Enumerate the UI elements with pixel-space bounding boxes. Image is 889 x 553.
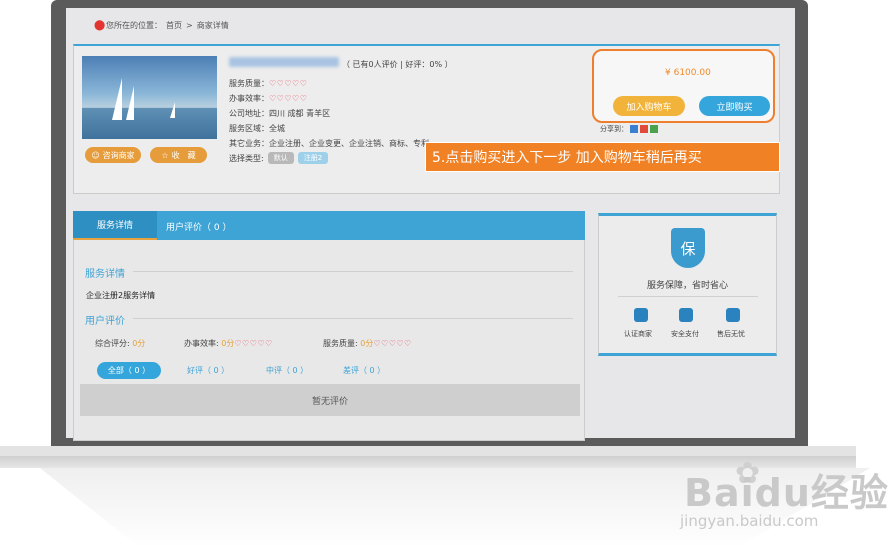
share-label: 分享到： (600, 125, 628, 133)
share-wechat-icon[interactable] (650, 125, 658, 133)
breadcrumb-sep: > (186, 21, 193, 30)
laptop-base-top (0, 446, 856, 456)
shield-icon: 保 (671, 228, 705, 268)
favorite-button[interactable]: ☆ 收 藏 (150, 147, 207, 163)
section-service-title: 服务详情 (85, 269, 125, 280)
instruction-callout: 5.点击购买进入下一步 加入购物车稍后再买 (425, 142, 780, 172)
quality-label: 服务质量: (323, 339, 358, 348)
service-quality-hearts: ♡♡♡♡♡ (269, 79, 308, 88)
sailboat-shape (112, 78, 122, 120)
consult-merchant-button[interactable]: ☺ 咨询商家 (85, 147, 141, 163)
divider (133, 271, 573, 272)
price: ¥ 6100.00 (665, 68, 711, 78)
no-reviews-message: 暂无评价 (80, 384, 580, 416)
filter-all[interactable]: 全部（ 0 ） (97, 362, 161, 379)
choose-type-label: 选择类型: (229, 153, 264, 163)
sailboat-shape (170, 102, 175, 118)
guarantee-item: 售后无忧 (717, 330, 745, 338)
breadcrumb-current: 商家详情 (196, 21, 229, 30)
guarantee-title: 服务保障，省时省心 (646, 281, 728, 291)
service-area: 服务区域：全城 (229, 124, 285, 133)
eff-label: 办事效率: (184, 339, 219, 348)
eff-value: 0分 (221, 339, 235, 348)
type-selector: 选择类型: 默认 注册2 (229, 152, 329, 164)
share-row: 分享到： (600, 124, 658, 134)
other-business: 其它业务：企业注册、企业变更、企业注销、商标、专利 (229, 139, 429, 148)
user-icon: ☺ (91, 150, 100, 160)
support-agent-icon (726, 308, 740, 322)
overall-value: 0分 (132, 339, 146, 348)
divider (133, 318, 573, 319)
quality-score: 服务质量: 0分♡♡♡♡♡ (323, 338, 412, 349)
guarantee-item: 认证商家 (624, 330, 652, 338)
quality-value: 0分 (360, 339, 374, 348)
efficiency-label: 办事效率： (229, 94, 269, 103)
favorite-label: 收 藏 (171, 150, 196, 160)
consult-label: 咨询商家 (102, 150, 135, 160)
efficiency-row: 办事效率：♡♡♡♡♡ (229, 93, 307, 104)
baidu-watermark-url: jingyan.baidu.com (680, 512, 819, 530)
guarantee-item: 安全支付 (671, 330, 699, 338)
baidu-watermark: Baidu经验 (684, 471, 889, 515)
filter-bad[interactable]: 差评（ 0 ） (343, 365, 385, 376)
merchant-image (82, 56, 217, 139)
location-pin-icon: ⬤ (94, 19, 106, 31)
eff-hearts: ♡♡♡♡♡ (234, 339, 273, 348)
breadcrumb: ⬤ 您所在的位置： 首页 > 商家详情 (94, 20, 229, 31)
breadcrumb-home-link[interactable]: 首页 (166, 20, 182, 31)
tab-user-reviews[interactable]: 用户评价（ 0 ） (166, 220, 231, 233)
service-detail-text: 企业注册2服务详情 (86, 291, 156, 300)
breadcrumb-prefix: 您所在的位置： (106, 21, 162, 30)
merchant-name-blurred (229, 57, 339, 67)
overall-label: 综合评分: (95, 339, 130, 348)
share-qzone-icon[interactable] (630, 125, 638, 133)
share-weibo-icon[interactable] (640, 125, 648, 133)
add-to-cart-button[interactable]: 加入购物车 (613, 96, 685, 116)
company-address: 公司地址：四川 成都 青羊区 (229, 109, 331, 118)
merchant-stats: （ 已有0人评价 | 好评：0% ） (342, 60, 453, 69)
quality-hearts: ♡♡♡♡♡ (373, 339, 412, 348)
efficiency-hearts: ♡♡♡♡♡ (269, 94, 308, 103)
buy-now-button[interactable]: 立即购买 (699, 96, 770, 116)
filter-good[interactable]: 好评（ 0 ） (187, 365, 229, 376)
type-option-default[interactable]: 默认 (267, 152, 294, 164)
efficiency-score: 办事效率: 0分♡♡♡♡♡ (184, 338, 273, 349)
filter-neutral[interactable]: 中评（ 0 ） (266, 365, 308, 376)
service-quality-row: 服务质量：♡♡♡♡♡ (229, 78, 307, 89)
overall-score: 综合评分: 0分 (95, 338, 145, 349)
sailboat-shape (126, 86, 134, 120)
screenshot: ⬤ 您所在的位置： 首页 > 商家详情 ☺ 咨询商家 ☆ 收 藏 （ 已有0人评… (0, 0, 889, 553)
section-reviews-title: 用户评价 (85, 316, 125, 327)
service-quality-label: 服务质量： (229, 79, 269, 88)
divider (618, 296, 758, 297)
certified-merchant-icon (634, 308, 648, 322)
type-option-selected[interactable]: 注册2 (297, 152, 329, 164)
star-icon: ☆ (161, 150, 169, 160)
lock-icon (679, 308, 693, 322)
tab-service-details[interactable]: 服务详情 (73, 211, 157, 240)
